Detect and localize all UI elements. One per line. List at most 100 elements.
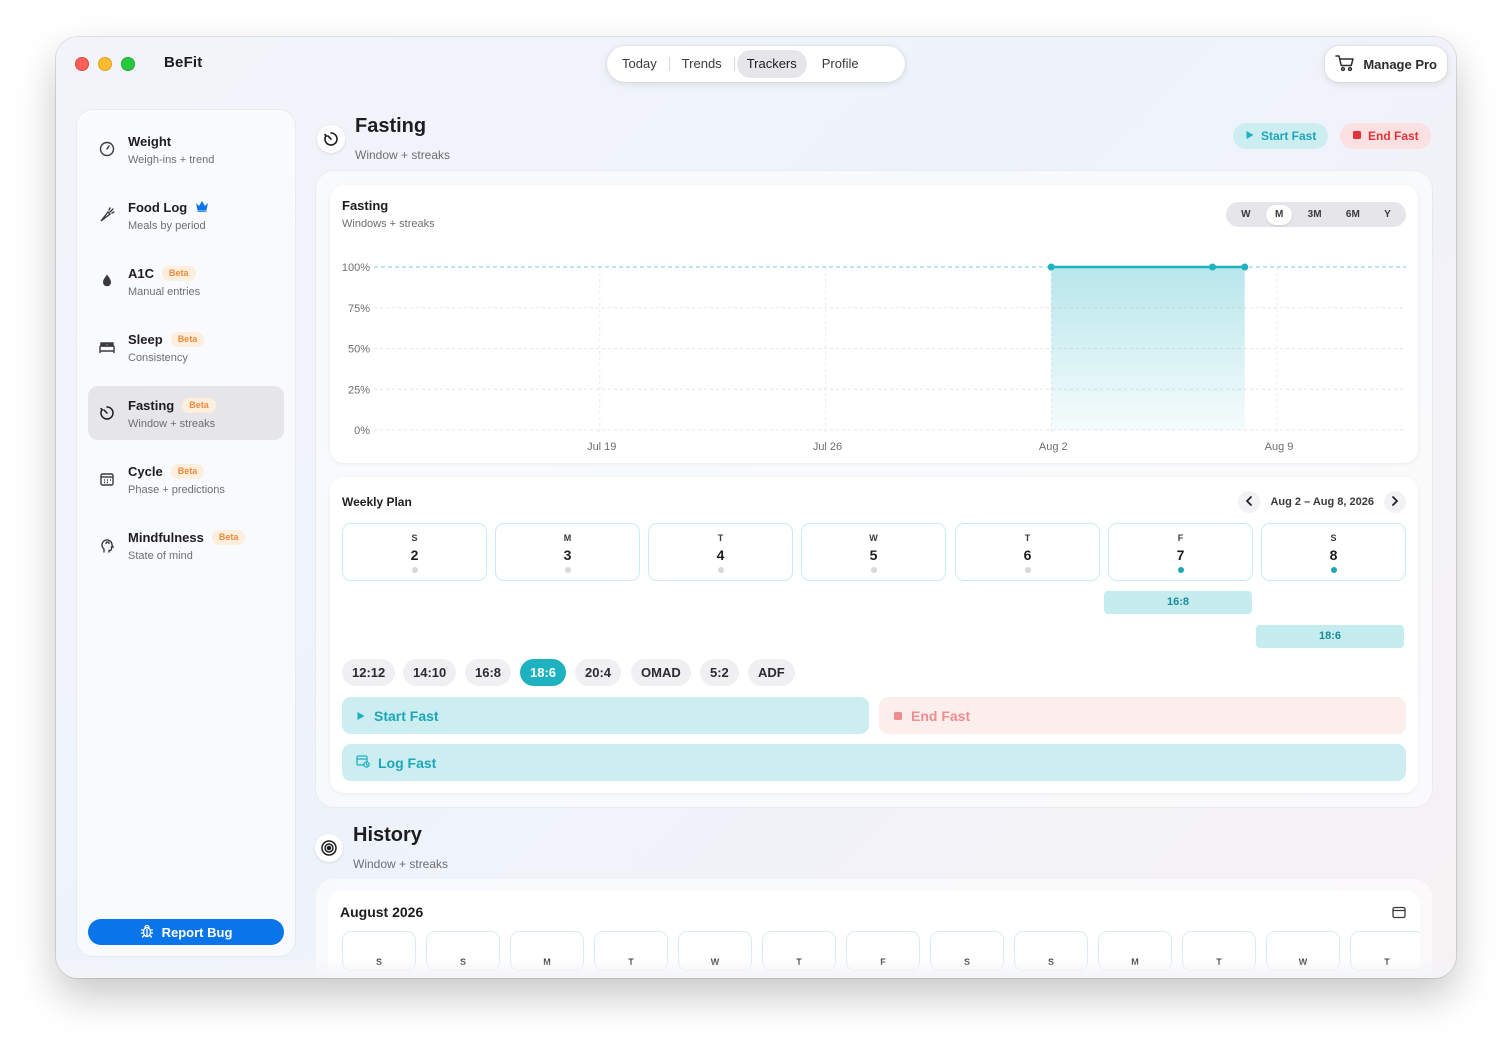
sidebar-item-fasting[interactable]: Fasting Beta Window + streaks [88, 386, 284, 440]
plan-bar-saturday[interactable]: 18:6 [1256, 625, 1404, 648]
end-fast-button[interactable]: End Fast [1340, 123, 1431, 149]
day-card-sun[interactable]: S2 [342, 523, 487, 581]
protocol-chip[interactable]: OMAD [631, 659, 691, 686]
day-status-dot [1177, 567, 1184, 573]
sidebar: Weight Weigh-ins + trend Food Log Meals … [77, 110, 295, 956]
sidebar-item-label: A1C [128, 266, 155, 281]
chevron-right-icon [1391, 495, 1399, 509]
protocol-chip-selected[interactable]: 18:6 [520, 659, 567, 686]
log-fast-button[interactable]: Log Fast [342, 744, 1406, 781]
start-fast-button[interactable]: Start Fast [1233, 123, 1329, 149]
fasting-section-header: Fasting Window + streaks [317, 115, 617, 165]
next-week-button[interactable] [1384, 491, 1406, 513]
sidebar-item-sub: Weigh-ins + trend [128, 154, 215, 166]
weekly-plan-card: Weekly Plan Aug 2 – Aug 8, 2026 S2 M3 T4… [330, 477, 1418, 793]
day-card-wed[interactable]: W5 [801, 523, 946, 581]
sidebar-item-title: A1C Beta [128, 266, 196, 281]
protocol-chip[interactable]: 20:4 [575, 659, 622, 686]
sidebar-item-sub: State of mind [128, 550, 193, 562]
play-icon [1245, 129, 1255, 143]
day-card-mon[interactable]: M3 [495, 523, 640, 581]
day-card-fri[interactable]: F7 [1108, 523, 1253, 581]
protocol-chip[interactable]: 16:8 [465, 659, 512, 686]
sidebar-item-label: Cycle [128, 464, 163, 479]
start-fast-wide-button[interactable]: Start Fast [342, 697, 869, 734]
sidebar-item-sub: Consistency [128, 352, 188, 364]
day-status-dot [717, 567, 724, 573]
head-icon [98, 536, 116, 554]
tab-trends[interactable]: Trends [672, 50, 732, 78]
area-fill [1051, 267, 1245, 430]
sidebar-item-sub: Meals by period [128, 220, 206, 232]
sidebar-item-food-log[interactable]: Food Log Meals by period [88, 188, 284, 242]
data-point [1209, 263, 1216, 271]
weekly-plan-title: Weekly Plan [342, 495, 412, 509]
day-letter: F [1177, 533, 1184, 543]
history-section-header: History Window + streaks [315, 824, 615, 874]
protocol-chip[interactable]: 5:2 [700, 659, 739, 686]
zoom-window-button[interactable] [121, 57, 135, 71]
plan-bar-friday[interactable]: 16:8 [1104, 591, 1252, 614]
tab-profile[interactable]: Profile [812, 50, 869, 78]
end-fast-wide-button[interactable]: End Fast [879, 697, 1406, 734]
beta-badge: Beta [170, 464, 205, 479]
week-range-label: Aug 2 – Aug 8, 2026 [1270, 496, 1374, 508]
sidebar-item-cycle[interactable]: Cycle Beta Phase + predictions [88, 452, 284, 506]
start-fast-label: Start Fast [1261, 129, 1317, 143]
x-tick-label: Aug 9 [1265, 441, 1294, 453]
drop-icon [98, 272, 116, 290]
sidebar-item-sleep[interactable]: Sleep Beta Consistency [88, 320, 284, 374]
end-fast-label: End Fast [1368, 129, 1419, 143]
data-point [1047, 263, 1055, 271]
sidebar-item-title: Mindfulness Beta [128, 530, 246, 545]
calendar-icon[interactable] [1392, 906, 1406, 924]
nav-separator [809, 57, 810, 71]
sidebar-item-a1c[interactable]: A1C Beta Manual entries [88, 254, 284, 308]
x-tick-label: Jul 26 [813, 441, 842, 453]
fasting-area-chart: 0% 25% 50% 75% 100% Jul 19 Jul 26 Aug 2 Aug 9 [342, 262, 1406, 453]
day-card-tue[interactable]: T4 [648, 523, 793, 581]
day-letter: T [717, 533, 724, 543]
manage-pro-button[interactable]: Manage Pro [1325, 46, 1447, 82]
tab-today[interactable]: Today [612, 50, 667, 78]
sidebar-item-weight[interactable]: Weight Weigh-ins + trend [88, 122, 284, 176]
beta-badge: Beta [182, 398, 216, 413]
y-tick-label: 75% [348, 303, 370, 315]
sidebar-item-sub: Window + streaks [128, 418, 216, 430]
sidebar-item-mindfulness[interactable]: Mindfulness Beta State of mind [88, 518, 284, 572]
play-icon [356, 708, 366, 724]
day-letter: S [411, 533, 418, 543]
minimize-window-button[interactable] [98, 57, 112, 71]
stop-icon [1352, 129, 1362, 143]
beta-badge: Beta [162, 266, 196, 281]
day-card-thu[interactable]: T6 [955, 523, 1100, 581]
protocol-chip[interactable]: ADF [748, 659, 795, 686]
x-tick-label: Aug 2 [1039, 441, 1068, 453]
report-bug-button[interactable]: Report Bug [88, 919, 284, 945]
scroll-fade [56, 958, 1456, 978]
window-controls [75, 57, 135, 71]
day-letter: S [1330, 533, 1337, 543]
tab-trackers[interactable]: Trackers [736, 50, 807, 78]
calendar-icon [98, 470, 116, 488]
fasting-chart-card: Fasting Windows + streaks W M 3M 6M Y 0%… [330, 185, 1418, 463]
protocol-chip[interactable]: 12:12 [342, 659, 396, 686]
day-status-dot [1330, 567, 1337, 573]
day-status-dot [564, 567, 571, 573]
previous-week-button[interactable] [1238, 491, 1261, 513]
protocol-chip[interactable]: 14:10 [403, 659, 457, 686]
scale-icon [98, 140, 116, 158]
month-title: August 2026 [340, 904, 424, 920]
carrot-icon [98, 206, 116, 224]
x-tick-label: Jul 19 [587, 441, 616, 453]
cart-icon [1335, 54, 1355, 75]
crown-icon [195, 200, 209, 215]
close-window-button[interactable] [75, 57, 89, 71]
beta-badge: Beta [170, 332, 205, 347]
app-title: BeFit [164, 54, 203, 71]
day-number: 7 [1176, 547, 1185, 563]
nav-separator [733, 57, 735, 71]
report-bug-label: Report Bug [161, 924, 233, 940]
day-card-sat[interactable]: S8 [1261, 523, 1406, 581]
sidebar-item-title: Food Log [128, 200, 209, 215]
